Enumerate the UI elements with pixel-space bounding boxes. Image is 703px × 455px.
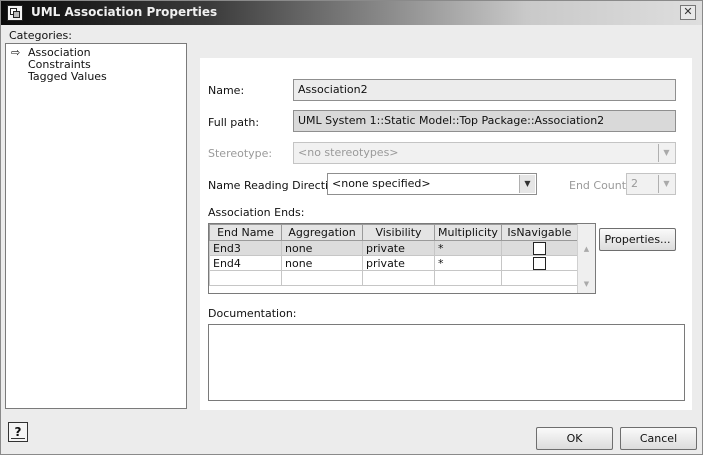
column-header[interactable]: IsNavigable	[500, 224, 578, 241]
visibility-cell[interactable]: private	[362, 255, 435, 271]
reading-direction-label: Name Reading Direction:	[208, 179, 346, 192]
arrow-right-icon: ⇨	[11, 46, 21, 59]
ok-button[interactable]: OK	[536, 427, 613, 450]
stereotype-label: Stereotype:	[208, 147, 273, 160]
documentation-textarea[interactable]	[208, 324, 685, 401]
empty-cell[interactable]	[434, 270, 502, 286]
properties-button[interactable]: Properties...	[599, 228, 676, 251]
end-count-select: 2 ▼	[626, 173, 676, 195]
table-row[interactable]: End4 none private *	[209, 255, 578, 271]
association-ends-table: End Name Aggregation Visibility Multipli…	[208, 223, 596, 294]
visibility-cell[interactable]: private	[362, 240, 435, 256]
cancel-button[interactable]: Cancel	[620, 427, 697, 450]
categories-label: Categories:	[9, 29, 72, 42]
end-count-value: 2	[631, 177, 638, 190]
table-row[interactable]: End3 none private *	[209, 240, 578, 256]
category-tree: ⇨ Association Constraints Tagged Values	[5, 43, 187, 409]
help-icon[interactable]: ?	[8, 422, 28, 442]
empty-cell[interactable]	[281, 270, 363, 286]
end-count-label: End Count:	[569, 179, 630, 192]
table-row-empty[interactable]	[209, 270, 578, 286]
scroll-up-icon[interactable]: ▲	[578, 242, 595, 256]
column-header[interactable]: Multiplicity	[434, 224, 502, 241]
column-header[interactable]: Aggregation	[281, 224, 363, 241]
association-ends-label: Association Ends:	[208, 206, 305, 219]
app-icon	[7, 5, 23, 21]
empty-cell[interactable]	[209, 270, 282, 286]
properties-panel: Name: Association2 Full path: UML System…	[200, 58, 692, 410]
is-navigable-checkbox[interactable]	[532, 241, 546, 255]
column-header[interactable]: End Name	[209, 224, 282, 241]
end-name-cell[interactable]: End4	[209, 255, 282, 271]
table-header-row: End Name Aggregation Visibility Multipli…	[209, 224, 578, 241]
reading-direction-select[interactable]: <none specified> ▼	[327, 173, 537, 195]
is-navigable-checkbox[interactable]	[532, 256, 546, 270]
window-title: UML Association Properties	[31, 5, 218, 19]
end-name-cell[interactable]: End3	[209, 240, 282, 256]
full-path-label: Full path:	[208, 116, 260, 129]
empty-cell[interactable]	[500, 270, 578, 286]
multiplicity-cell[interactable]: *	[434, 255, 502, 271]
aggregation-cell[interactable]: none	[281, 240, 363, 256]
stereotype-value: <no stereotypes>	[298, 146, 399, 159]
full-path-field: UML System 1::Static Model::Top Package:…	[293, 110, 676, 132]
scroll-down-icon[interactable]: ▼	[578, 277, 595, 291]
aggregation-cell[interactable]: none	[281, 255, 363, 271]
is-navigable-cell[interactable]	[500, 240, 578, 256]
category-item-tagged-values[interactable]: Tagged Values	[6, 71, 186, 83]
close-icon[interactable]: ✕	[680, 5, 696, 20]
chevron-down-icon[interactable]: ▼	[519, 175, 535, 193]
empty-cell[interactable]	[362, 270, 435, 286]
is-navigable-cell[interactable]	[500, 255, 578, 271]
column-header[interactable]: Visibility	[362, 224, 435, 241]
name-field[interactable]: Association2	[293, 79, 676, 101]
ends-grid: End Name Aggregation Visibility Multipli…	[209, 224, 578, 286]
title-bar[interactable]: UML Association Properties ✕	[1, 1, 702, 25]
uml-association-properties-dialog: UML Association Properties ✕ Categories:…	[0, 0, 703, 455]
table-scrollbar[interactable]: ▲ ▼	[577, 224, 595, 293]
multiplicity-cell[interactable]: *	[434, 240, 502, 256]
documentation-label: Documentation:	[208, 307, 297, 320]
chevron-down-icon: ▼	[658, 175, 674, 193]
stereotype-select: <no stereotypes> ▼	[293, 142, 676, 164]
chevron-down-icon: ▼	[658, 144, 674, 162]
category-label: Tagged Values	[28, 70, 107, 83]
reading-direction-value: <none specified>	[332, 177, 431, 190]
name-label: Name:	[208, 84, 245, 97]
